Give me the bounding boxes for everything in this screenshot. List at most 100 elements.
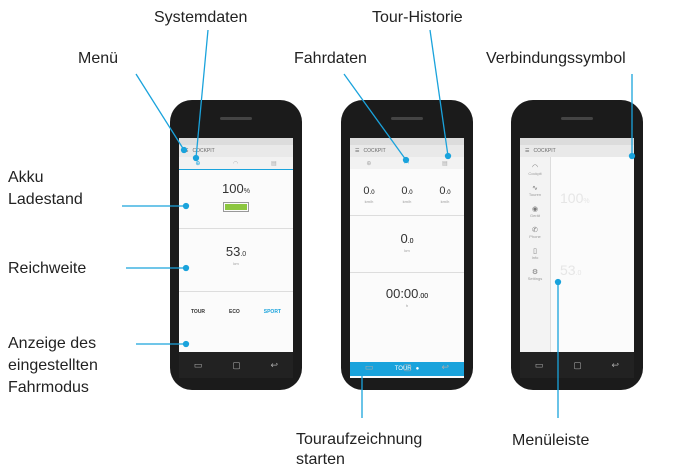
menu-item-touren[interactable]: ∿ Touren [529, 184, 541, 197]
speaker-grille [561, 117, 593, 120]
back-icon[interactable]: ↩ [612, 360, 620, 371]
menu-item-cockpit-label: Cockpit [528, 171, 542, 176]
distance-panel: 0.0 km [350, 216, 464, 273]
hamburger-icon[interactable]: ☰ [184, 148, 188, 154]
label-fahrmodus-line1: Anzeige des [8, 335, 97, 352]
hamburger-icon[interactable]: ☰ [525, 148, 529, 154]
home-icon[interactable]: ▢ [232, 360, 241, 371]
speed-current-unit: km/h [364, 198, 374, 204]
tab-systemdaten-icon[interactable]: ⊕ [366, 160, 371, 167]
menu-item-phone[interactable]: ✆ Phone [529, 226, 541, 239]
recent-apps-icon[interactable]: ▭ [365, 362, 374, 373]
label-tour-historie: Tour-Historie [372, 9, 463, 26]
label-menu: Menü [78, 50, 119, 67]
speed-current: 0.0 km/h [363, 181, 374, 204]
tab-historie-icon[interactable]: ▤ [442, 160, 448, 167]
phone2-screen: ☰ COCKPIT ⊕ ◠ ▤ 0.0 km/h 0.0 km/h 0.0 km… [350, 138, 464, 378]
battery-value: 100 [222, 181, 244, 196]
label-verbindungssymbol: Verbindungssymbol [486, 50, 626, 67]
distance-decimal: .0 [407, 238, 414, 245]
speaker-grille [220, 117, 252, 120]
label-touraufzeichnung: Touraufzeichnung starten [296, 430, 422, 470]
phone-menu: ☰ COCKPIT 100% 53.0 ◠ Cockpit ∿ Touren ◉… [511, 100, 643, 390]
phone3-screen: ☰ COCKPIT 100% 53.0 ◠ Cockpit ∿ Touren ◉… [520, 138, 634, 378]
battery-fill [225, 204, 247, 210]
range-unit: km [233, 261, 239, 266]
speed-max-unit: km/h [440, 198, 450, 204]
hamburger-icon[interactable]: ☰ [355, 148, 359, 154]
info-icon: ▯ [533, 248, 537, 255]
tab-fahrdaten-icon[interactable]: ◠ [404, 160, 409, 167]
speed-avg: 0.0 km/h [401, 181, 412, 204]
status-bar [179, 138, 293, 145]
app-title: COCKPIT [533, 148, 556, 154]
label-fahrmodus-line2: eingestellten [8, 357, 98, 374]
bg-battery-unit: % [583, 198, 590, 205]
mode-eco[interactable]: ECO [229, 309, 240, 315]
app-bar: ☰ COCKPIT [520, 145, 634, 157]
bg-range-unit: .0 [575, 270, 582, 277]
status-bar [520, 138, 634, 145]
gear-icon: ⚙ [531, 269, 539, 276]
speed-max: 0.0 km/h [439, 181, 450, 204]
bg-range-value: 53 [560, 262, 576, 278]
mode-tour[interactable]: TOUR [191, 309, 205, 315]
menu-item-info-label: Info [531, 255, 539, 260]
battery-panel: 100% [179, 170, 293, 229]
recent-apps-icon[interactable]: ▭ [194, 360, 203, 371]
phone-icon: ✆ [532, 227, 538, 234]
label-akku-line1: Akku [8, 169, 44, 186]
tab-historie-icon[interactable]: ▤ [271, 160, 277, 167]
time-value: 00:00 [385, 286, 419, 301]
tab-row: ⊕ ◠ ▤ [350, 157, 464, 169]
device-icon: ◉ [531, 206, 539, 213]
app-title: COCKPIT [192, 148, 215, 154]
label-touraufzeichnung-line1: Touraufzeichnung [296, 431, 423, 448]
phone2-softkeys: ▭ ▢ ↩ [350, 354, 464, 380]
time-panel: 00:00.00 h [350, 273, 464, 321]
speed-max-decimal: .0 [445, 189, 451, 196]
back-icon[interactable]: ↩ [442, 362, 450, 373]
menu-item-info[interactable]: ▯ Info [532, 247, 539, 260]
battery-icon [223, 202, 249, 212]
app-bar: ☰ COCKPIT [179, 145, 293, 157]
back-icon[interactable]: ↩ [271, 360, 279, 371]
label-fahrmodus-line3: Fahrmodus [8, 379, 89, 396]
bg-range: 53.0 [560, 262, 581, 278]
label-menueleiste: Menüleiste [512, 432, 590, 449]
cockpit-icon: ◠ [531, 164, 539, 171]
menu-item-settings-label: Settings [527, 276, 543, 281]
battery-unit: % [243, 188, 250, 195]
menu-item-geraet[interactable]: ◉ Gerät [530, 205, 540, 218]
status-bar [350, 138, 464, 145]
menu-item-settings[interactable]: ⚙ Settings [528, 268, 542, 281]
route-icon: ∿ [532, 185, 538, 192]
speaker-grille [391, 117, 423, 120]
distance-unit: km [404, 248, 410, 253]
distance-value: 0 [400, 231, 408, 246]
mode-row: TOUR ECO SPORT [179, 292, 293, 332]
tab-row: ⊕ ◠ ▤ [179, 157, 293, 170]
label-fahrdaten: Fahrdaten [294, 50, 367, 67]
side-menu: ◠ Cockpit ∿ Touren ◉ Gerät ✆ Phone ▯ Inf… [520, 157, 551, 352]
tab-fahrdaten-icon[interactable]: ◠ [233, 160, 238, 167]
mode-sport[interactable]: SPORT [264, 309, 281, 315]
speed-row: 0.0 km/h 0.0 km/h 0.0 km/h [350, 169, 464, 216]
label-touraufzeichnung-line2: starten [296, 451, 345, 468]
home-icon[interactable]: ▢ [403, 362, 412, 373]
menu-item-cockpit[interactable]: ◠ Cockpit [528, 163, 541, 176]
menu-item-touren-label: Touren [528, 192, 542, 197]
range-value: 53 [225, 244, 241, 259]
home-icon[interactable]: ▢ [573, 360, 582, 371]
label-akku-line2: Ladestand [8, 191, 83, 208]
phone1-softkeys: ▭ ▢ ↩ [179, 352, 293, 378]
bg-battery-value: 100 [560, 190, 584, 206]
label-fahrmodus: Anzeige des eingestellten Fahrmodus [8, 333, 98, 399]
app-bar: ☰ COCKPIT [350, 145, 464, 157]
phone1-screen: ☰ COCKPIT ⊕ ◠ ▤ 100% 53.0 km TOUR ECO SP… [179, 138, 293, 378]
time-unit: h [405, 303, 409, 308]
recent-apps-icon[interactable]: ▭ [535, 360, 544, 371]
phone-cockpit: ☰ COCKPIT ⊕ ◠ ▤ 100% 53.0 km TOUR ECO SP… [170, 100, 302, 390]
label-akku: Akku Ladestand [8, 167, 83, 211]
tab-systemdaten-icon[interactable]: ⊕ [195, 160, 200, 167]
